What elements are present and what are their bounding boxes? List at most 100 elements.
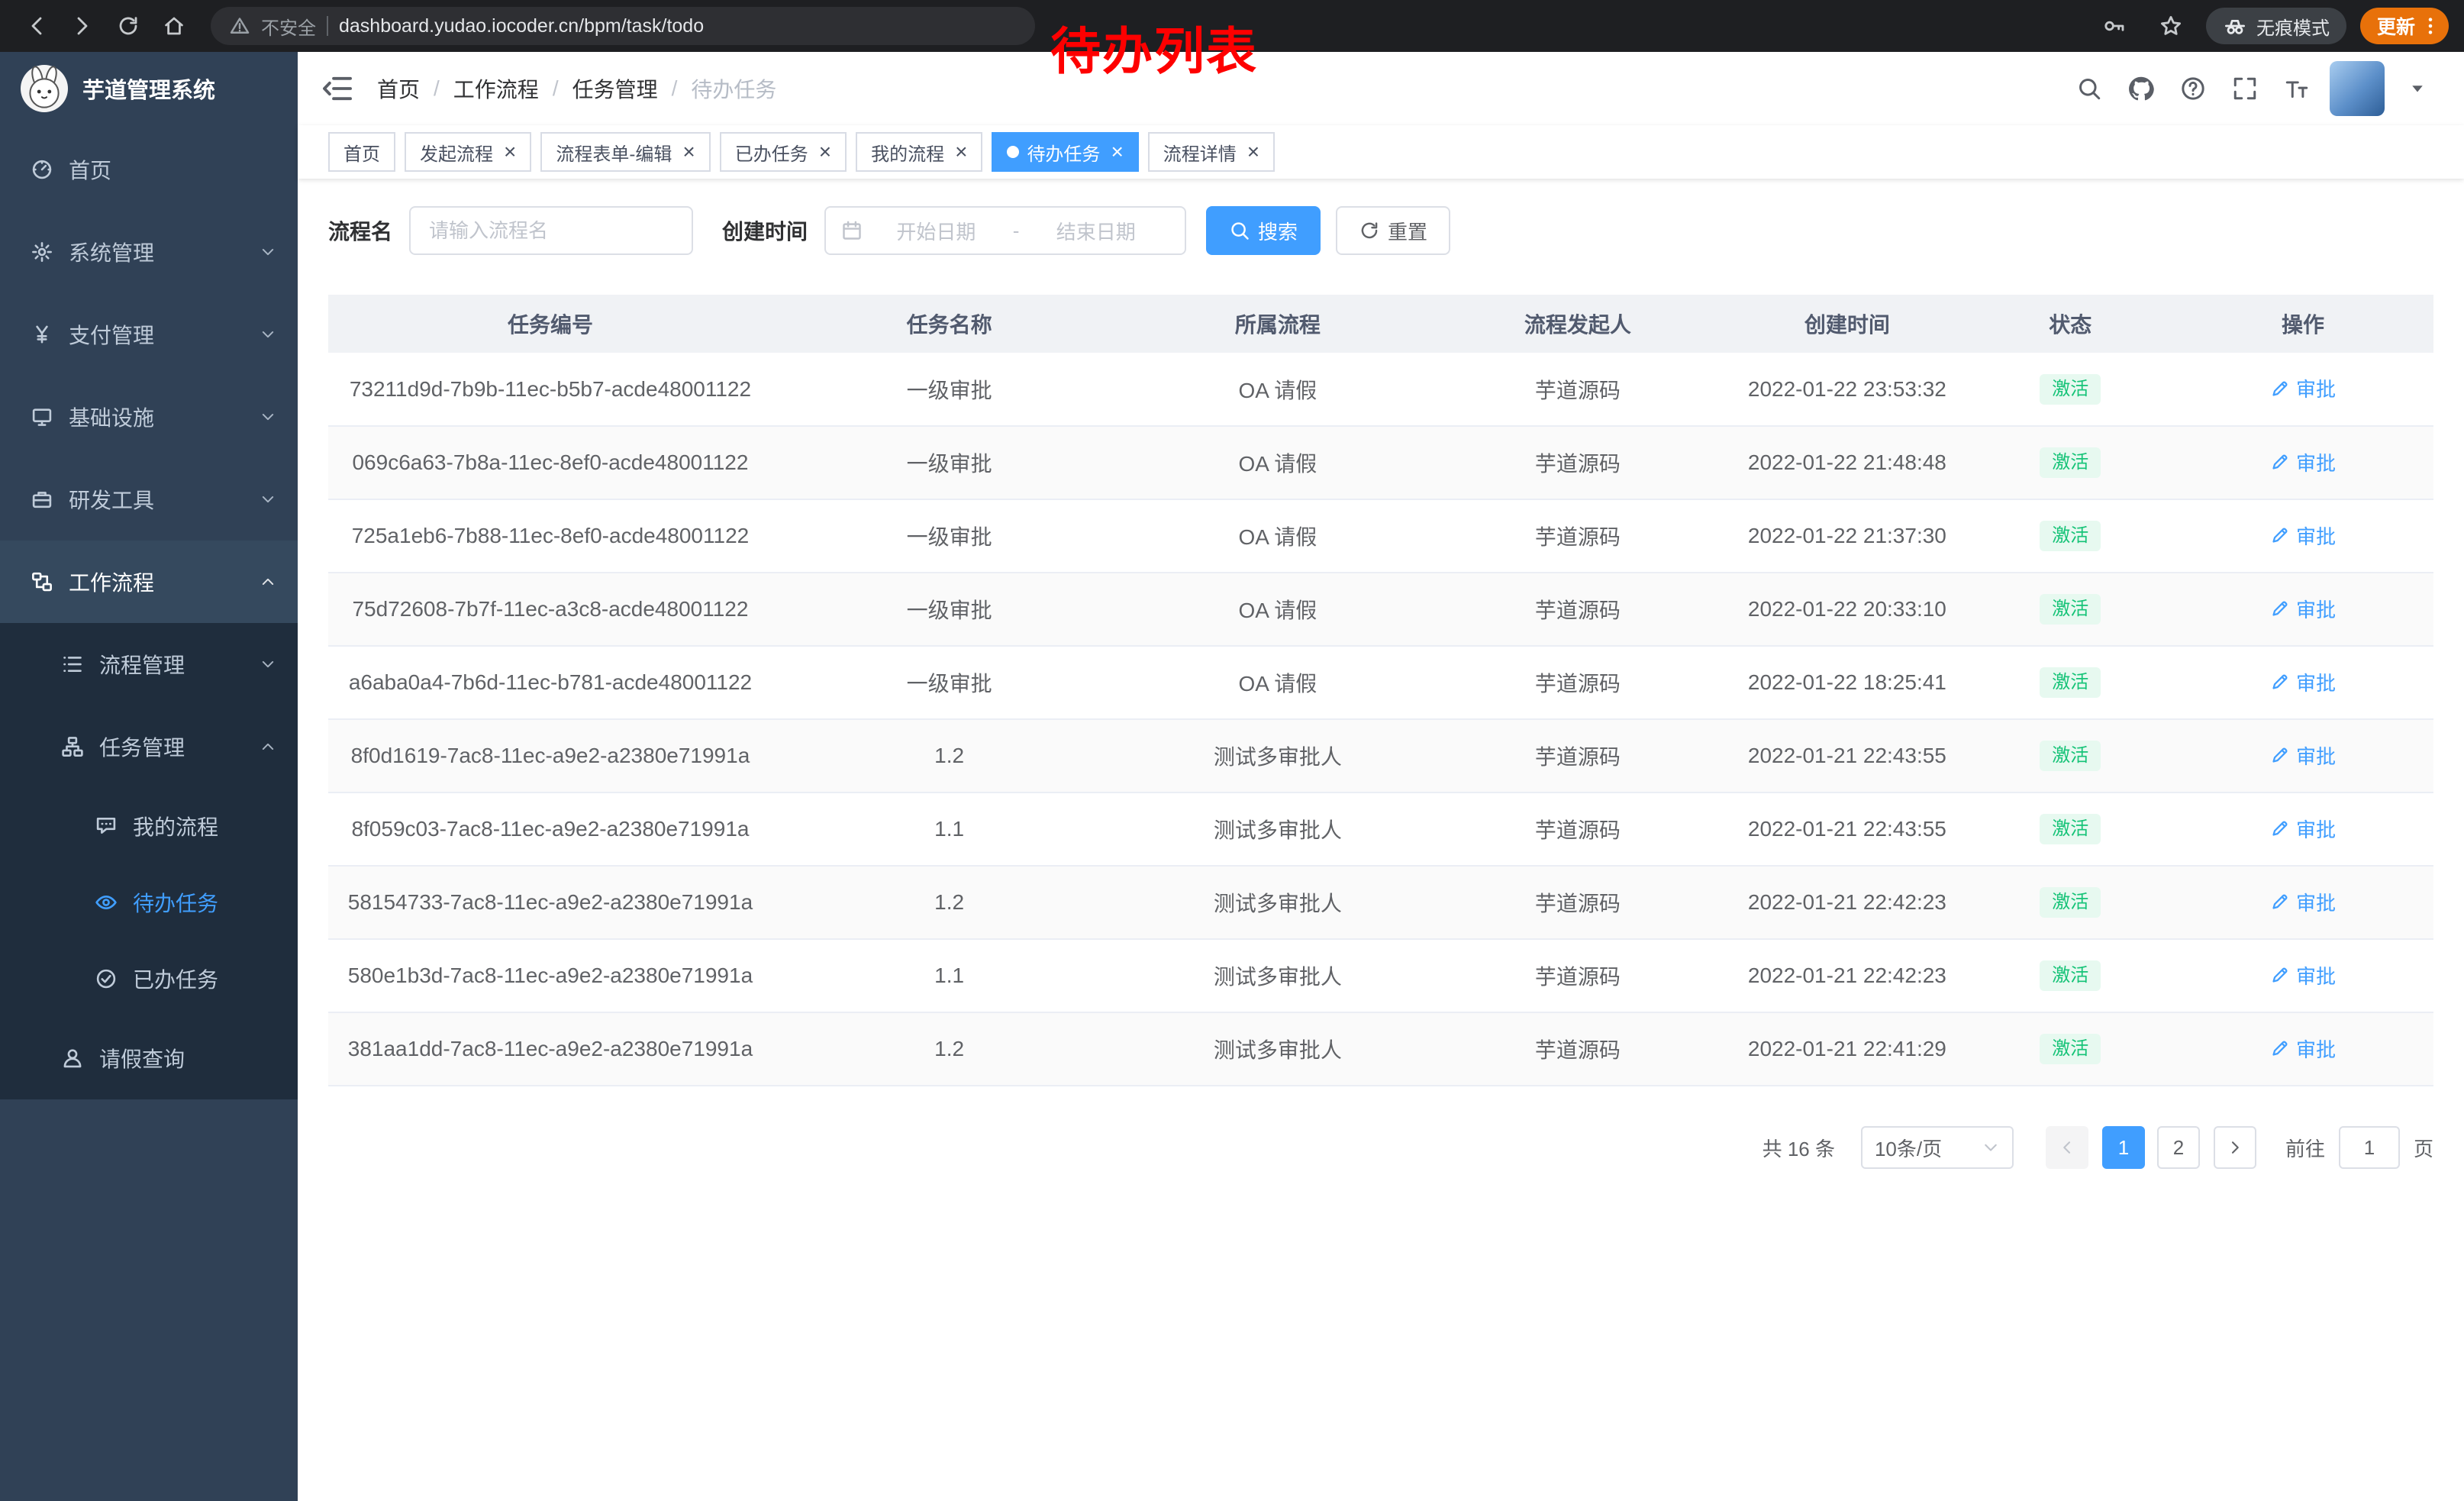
approve-link[interactable]: 审批 xyxy=(2270,521,2336,550)
approve-link[interactable]: 审批 xyxy=(2270,448,2336,476)
search-icon[interactable] xyxy=(2070,69,2108,108)
tab-3[interactable]: 已办任务× xyxy=(720,132,847,172)
password-key-icon[interactable] xyxy=(2093,6,2136,46)
process-name: OA 请假 xyxy=(1126,426,1429,499)
browser-menu-icon[interactable] xyxy=(2420,15,2441,37)
page-size-select[interactable]: 10条/页 xyxy=(1861,1126,2014,1169)
approve-link[interactable]: 审批 xyxy=(2270,741,2336,770)
browser-reload-button[interactable] xyxy=(107,6,150,46)
end-date-placeholder: 结束日期 xyxy=(1022,217,1169,245)
search-button[interactable]: 搜索 xyxy=(1206,206,1321,255)
sidebar-item-6[interactable]: 流程管理 xyxy=(0,623,298,705)
process-name-label: 流程名 xyxy=(328,215,392,246)
sidebar-item-4[interactable]: 研发工具 xyxy=(0,458,298,541)
incognito-label: 无痕模式 xyxy=(2256,13,2330,40)
task-name: 1.1 xyxy=(772,792,1126,866)
sidebar-item-9[interactable]: 待办任务 xyxy=(0,864,298,941)
sidebar-item-10[interactable]: 已办任务 xyxy=(0,941,298,1017)
approve-label: 审批 xyxy=(2296,888,2336,916)
approve-link[interactable]: 审批 xyxy=(2270,595,2336,623)
sidebar-item-label: 基础设施 xyxy=(69,402,154,432)
update-button[interactable]: 更新 xyxy=(2360,8,2449,44)
approve-link[interactable]: 审批 xyxy=(2270,668,2336,696)
process-initiator: 芋道源码 xyxy=(1429,499,1726,573)
fullscreen-icon[interactable] xyxy=(2226,69,2264,108)
sidebar-item-1[interactable]: 系统管理 xyxy=(0,211,298,293)
breadcrumb-item[interactable]: 工作流程 xyxy=(453,73,539,104)
breadcrumb-separator: / xyxy=(672,76,678,101)
sidebar-item-0[interactable]: 首页 xyxy=(0,128,298,211)
chevron-down-icon xyxy=(260,491,276,508)
security-label: 不安全 xyxy=(261,13,316,40)
approve-link[interactable]: 审批 xyxy=(2270,815,2336,843)
sidebar-item-11[interactable]: 请假查询 xyxy=(0,1017,298,1099)
table-row: 58154733-7ac8-11ec-a9e2-a2380e71991a1.2测… xyxy=(328,866,2433,939)
close-icon[interactable]: × xyxy=(955,141,967,163)
close-icon[interactable]: × xyxy=(819,141,831,163)
approve-link[interactable]: 审批 xyxy=(2270,888,2336,916)
avatar-caret-icon[interactable] xyxy=(2398,69,2437,108)
sidebar-item-7[interactable]: 任务管理 xyxy=(0,705,298,788)
dashboard-icon xyxy=(31,158,53,181)
approve-label: 审批 xyxy=(2296,741,2336,770)
approve-link[interactable]: 审批 xyxy=(2270,374,2336,402)
close-icon[interactable]: × xyxy=(682,141,695,163)
sidebar-item-5[interactable]: 工作流程 xyxy=(0,541,298,623)
status-badge: 激活 xyxy=(2040,887,2101,918)
tab-2[interactable]: 流程表单-编辑× xyxy=(540,132,710,172)
breadcrumb-item[interactable]: 任务管理 xyxy=(572,73,658,104)
process-name-input[interactable] xyxy=(409,206,693,255)
sidebar-item-2[interactable]: 支付管理 xyxy=(0,293,298,376)
process-initiator: 芋道源码 xyxy=(1429,426,1726,499)
goto-label: 前往 xyxy=(2285,1134,2325,1162)
close-icon[interactable]: × xyxy=(504,141,516,163)
task-name: 一级审批 xyxy=(772,353,1126,426)
close-icon[interactable]: × xyxy=(1247,141,1259,163)
warning-icon xyxy=(229,15,250,37)
sidebar-item-label: 我的流程 xyxy=(133,811,218,841)
help-icon[interactable] xyxy=(2174,69,2212,108)
user-avatar[interactable] xyxy=(2330,61,2385,116)
page-button-1[interactable]: 1 xyxy=(2102,1126,2145,1169)
task-name: 一级审批 xyxy=(772,499,1126,573)
next-page-button[interactable] xyxy=(2214,1126,2256,1169)
task-id: 725a1eb6-7b88-11ec-8ef0-acde48001122 xyxy=(328,499,772,573)
sidebar-menu: 首页系统管理支付管理基础设施研发工具工作流程流程管理任务管理我的流程待办任务已办… xyxy=(0,125,298,1099)
tab-0[interactable]: 首页 xyxy=(328,132,395,172)
close-icon[interactable]: × xyxy=(1111,141,1123,163)
goto-page-input[interactable] xyxy=(2339,1126,2400,1169)
page-button-2[interactable]: 2 xyxy=(2157,1126,2200,1169)
sidebar-collapse-button[interactable] xyxy=(321,72,354,105)
bookmark-star-icon[interactable] xyxy=(2150,6,2192,46)
prev-page-button[interactable] xyxy=(2046,1126,2088,1169)
tab-6[interactable]: 流程详情× xyxy=(1148,132,1275,172)
sidebar: 芋道管理系统 首页系统管理支付管理基础设施研发工具工作流程流程管理任务管理我的流… xyxy=(0,52,298,1501)
tab-1[interactable]: 发起流程× xyxy=(405,132,531,172)
browser-home-button[interactable] xyxy=(153,6,195,46)
browser-back-button[interactable] xyxy=(15,6,58,46)
github-icon[interactable] xyxy=(2122,69,2160,108)
date-range-picker[interactable]: 开始日期 - 结束日期 xyxy=(824,206,1186,255)
task-id: 75d72608-7b7f-11ec-a3c8-acde48001122 xyxy=(328,573,772,646)
list-tree-icon xyxy=(61,653,84,676)
edit-icon xyxy=(2270,892,2290,912)
create-time: 2022-01-21 22:42:23 xyxy=(1726,939,1968,1012)
tab-5[interactable]: 待办任务× xyxy=(992,132,1138,172)
edit-icon xyxy=(2270,965,2290,985)
app-logo[interactable]: 芋道管理系统 xyxy=(0,52,298,125)
address-bar[interactable]: 不安全 dashboard.yudao.iocoder.cn/bpm/task/… xyxy=(211,7,1035,45)
approve-link[interactable]: 审批 xyxy=(2270,961,2336,989)
browser-forward-button[interactable] xyxy=(61,6,104,46)
approve-link[interactable]: 审批 xyxy=(2270,1035,2336,1063)
table-row: 73211d9d-7b9b-11ec-b5b7-acde48001122一级审批… xyxy=(328,353,2433,426)
font-size-icon[interactable] xyxy=(2278,69,2316,108)
column-header: 所属流程 xyxy=(1126,295,1429,353)
breadcrumb-item[interactable]: 首页 xyxy=(377,73,420,104)
sidebar-item-8[interactable]: 我的流程 xyxy=(0,788,298,864)
tab-4[interactable]: 我的流程× xyxy=(856,132,982,172)
sitemap-icon xyxy=(61,735,84,758)
reset-button[interactable]: 重置 xyxy=(1336,206,1450,255)
status-badge: 激活 xyxy=(2040,1034,2101,1064)
sidebar-item-3[interactable]: 基础设施 xyxy=(0,376,298,458)
filter-bar: 流程名 创建时间 开始日期 - 结束日期 搜索 重 xyxy=(328,206,2433,255)
